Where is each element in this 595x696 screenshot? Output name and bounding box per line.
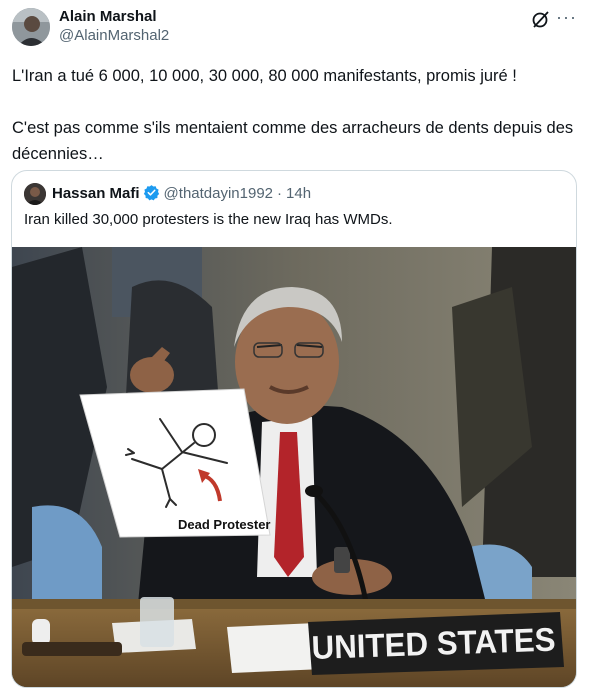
author-info: Alain Marshal @AlainMarshal2 [59,8,169,45]
tweet-text: L'Iran a tué 6 000, 10 000, 30 000, 80 0… [12,67,574,163]
quoted-name[interactable]: Hassan Mafi [52,185,140,202]
quoted-time[interactable]: 14h [286,185,311,202]
quoted-header: Hassan Mafi @thatdayin1992 · 14h [52,184,311,204]
quoted-photo[interactable]: Dead Protester UNITED STATES [12,247,576,687]
tweet: Alain Marshal @AlainMarshal2 ··· L'Iran … [0,0,595,696]
quoted-handle[interactable]: @thatdayin1992 [164,185,273,202]
author-avatar[interactable] [12,8,50,46]
quoted-text: Iran killed 30,000 protesters is the new… [24,211,393,228]
more-icon[interactable]: ··· [556,7,580,27]
sign-text: Dead Protester [178,517,270,532]
quoted-tweet[interactable]: Hassan Mafi @thatdayin1992 · 14h Iran kille… [11,170,577,688]
meta-separator: · [277,185,283,202]
quoted-avatar[interactable] [24,183,46,205]
grok-icon[interactable] [531,9,551,29]
author-handle[interactable]: @AlainMarshal2 [59,26,169,45]
author-name[interactable]: Alain Marshal [59,8,169,26]
verified-badge-icon [143,184,160,201]
